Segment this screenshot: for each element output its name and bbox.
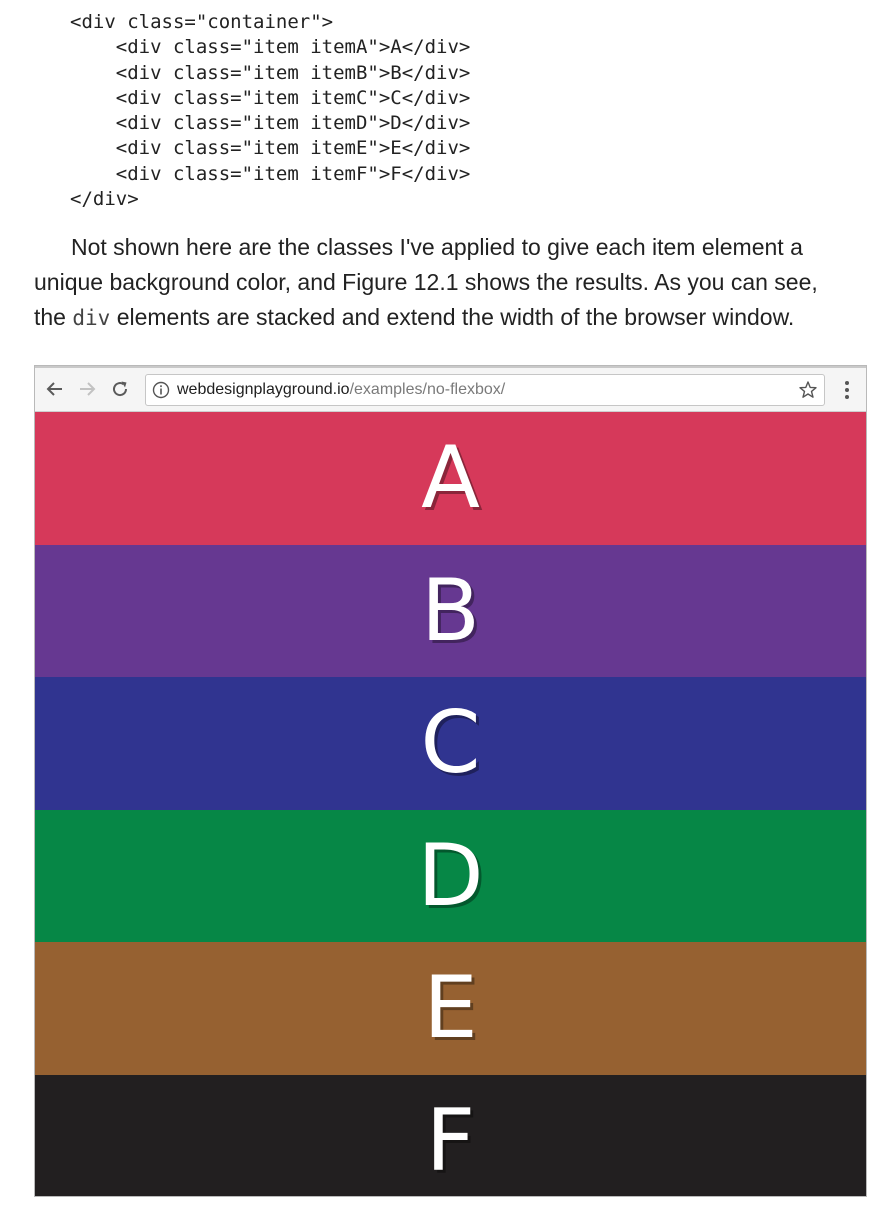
- code-line: <div class="item itemC">C</div>: [70, 86, 471, 109]
- code-line: <div class="item itemE">E</div>: [70, 137, 471, 160]
- code-line: <div class="item itemB">B</div>: [70, 61, 471, 84]
- item-label: C: [420, 693, 481, 794]
- browser-toolbar: webdesignplayground.io/examples/no-flexb…: [35, 368, 866, 412]
- item-c: C: [35, 677, 866, 810]
- paragraph-line: Not shown here are the classes I've appl…: [71, 234, 803, 260]
- code-line: <div class="item itemF">F</div>: [70, 162, 471, 185]
- reload-icon[interactable]: [108, 377, 132, 401]
- forward-arrow-icon[interactable]: [75, 377, 99, 401]
- code-line: </div>: [70, 188, 139, 211]
- item-label: A: [421, 428, 480, 529]
- item-d: D: [35, 809, 866, 942]
- url-text: webdesignplayground.io/examples/no-flexb…: [177, 381, 505, 399]
- item-e: E: [35, 942, 866, 1075]
- paragraph-line: unique background color, and Figure 12.1…: [34, 269, 818, 295]
- url-host: webdesignplayground.io: [177, 381, 350, 398]
- item-label: B: [421, 560, 480, 661]
- star-icon[interactable]: [798, 380, 818, 400]
- item-a: A: [35, 412, 866, 545]
- paragraph-line: the div elements are stacked and extend …: [34, 300, 891, 335]
- code-line: <div class="container">: [70, 11, 334, 33]
- code-block: <div class="container"> <div class="item…: [70, 10, 470, 212]
- info-icon[interactable]: [152, 381, 170, 399]
- inline-code: div: [72, 306, 111, 330]
- item-b: B: [35, 544, 866, 677]
- item-label: E: [423, 958, 478, 1059]
- code-line: <div class="item itemA">A</div>: [70, 36, 471, 59]
- paragraph-text: the: [34, 304, 73, 330]
- browser-window: webdesignplayground.io/examples/no-flexb…: [34, 365, 867, 1197]
- back-arrow-icon[interactable]: [43, 377, 67, 401]
- address-bar[interactable]: webdesignplayground.io/examples/no-flexb…: [145, 374, 825, 406]
- paragraph-text: elements are stacked and extend the widt…: [110, 304, 795, 330]
- code-line: <div class="item itemD">D</div>: [70, 112, 471, 135]
- item-f: F: [35, 1074, 866, 1196]
- browser-viewport: A B C D E F: [35, 412, 866, 1196]
- item-label: F: [425, 1090, 476, 1191]
- body-paragraph: Not shown here are the classes I've appl…: [34, 230, 891, 335]
- url-path: /examples/no-flexbox/: [349, 381, 506, 398]
- item-label: D: [417, 825, 484, 926]
- more-vert-icon[interactable]: [840, 377, 854, 403]
